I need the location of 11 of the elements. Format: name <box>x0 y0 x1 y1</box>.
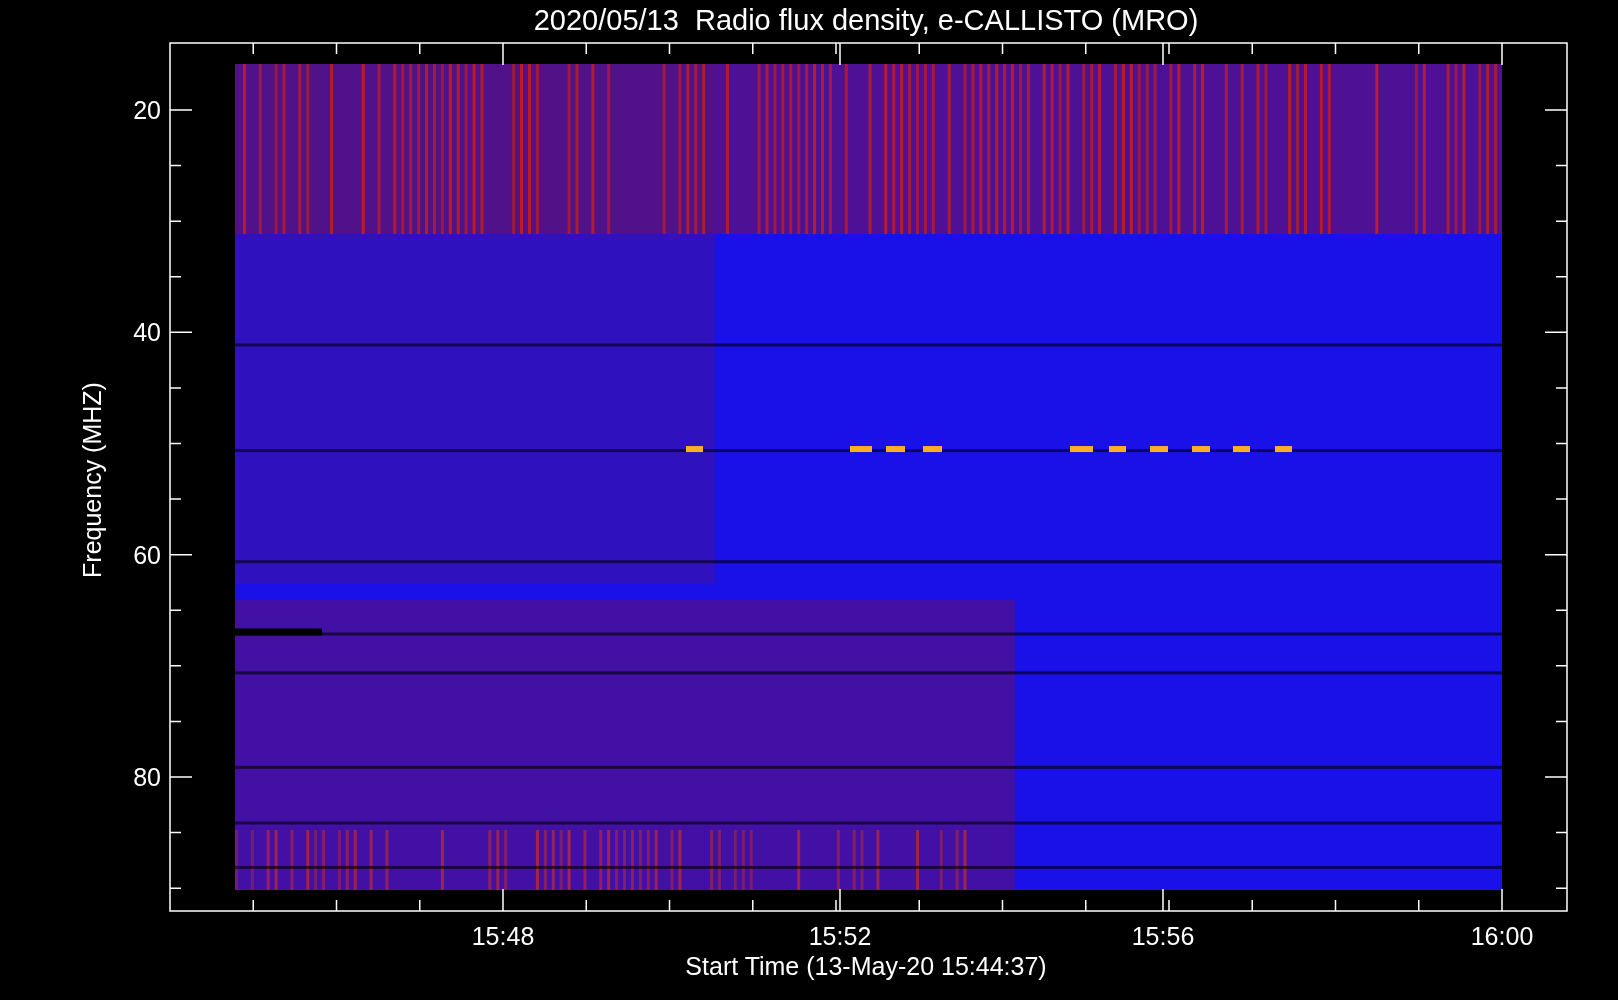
x-tick-label: 15:48 <box>471 922 535 950</box>
x-tick-label: 15:56 <box>1131 922 1195 950</box>
y-tick-label: 40 <box>133 318 161 347</box>
x-tick-label: 15:52 <box>808 922 872 950</box>
chart-title: 2020/05/13 Radio flux density, e-CALLISTO (MRO) <box>533 4 1199 36</box>
y-axis-label: Frequency (MHZ) <box>78 382 106 578</box>
x-tick-label: 16:00 <box>1470 922 1534 950</box>
y-tick-label: 60 <box>133 540 161 569</box>
x-axis-label: Start Time (13-May-20 15:44:37) <box>685 952 1047 980</box>
y-tick-label: 80 <box>133 763 161 791</box>
y-tick-label: 20 <box>133 96 161 124</box>
